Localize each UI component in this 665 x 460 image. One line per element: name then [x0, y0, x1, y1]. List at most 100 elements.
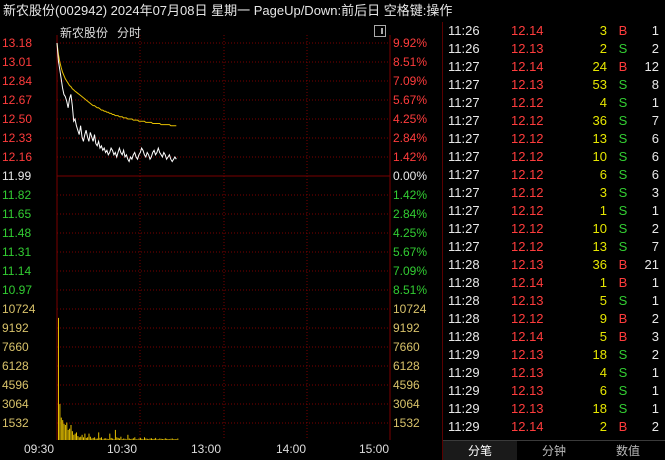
tick-side: S: [618, 401, 628, 416]
volume-bar: [63, 423, 65, 440]
volume-bar: [114, 429, 116, 440]
volume-bar: [135, 439, 137, 440]
volume-bar: [64, 425, 66, 440]
tick-price: 12.13: [511, 383, 544, 398]
volume-bar: [96, 438, 98, 440]
tick-side: S: [618, 95, 628, 110]
intraday-chart[interactable]: [0, 22, 443, 440]
volume-bar: [130, 439, 132, 440]
tick-side: S: [618, 113, 628, 128]
volume-bar: [119, 438, 120, 440]
tick-volume: 36: [592, 113, 607, 128]
tick-count: 3: [651, 329, 659, 344]
volume-bar: [149, 438, 151, 440]
volume-bar: [103, 438, 105, 440]
tick-count: 1: [651, 293, 659, 308]
tick-time: 11:27: [448, 113, 480, 128]
volume-bar: [113, 439, 115, 440]
tick-time: 11:29: [448, 347, 480, 362]
tick-volume: 24: [592, 59, 607, 74]
volume-bar: [170, 438, 172, 440]
tick-volume: 5: [599, 293, 607, 308]
tick-row: 11:27 12.12 10 S 2: [443, 220, 665, 238]
tick-count: 6: [651, 149, 659, 164]
tick-side: S: [618, 365, 628, 380]
tick-list[interactable]: 11:26 12.14 3 B 1 11:26 12.13 2 S 2 11:27 12.14 24 B 1…: [443, 22, 665, 438]
volume-bar: [83, 437, 84, 440]
tick-count: 2: [651, 311, 659, 326]
tick-row: 11:27 12.12 1 S 1: [443, 202, 665, 220]
tick-time: 11:27: [448, 185, 480, 200]
volume-bar: [98, 432, 100, 440]
volume-bar: [81, 434, 83, 440]
chart-stock-name: 新农股份: [60, 26, 109, 40]
tick-price: 12.12: [511, 185, 544, 200]
tick-row: 11:28 12.14 5 B 3: [443, 328, 665, 346]
volume-bar: [164, 438, 166, 440]
time-axis-label: 09:30: [24, 442, 55, 456]
volume-bar: [66, 422, 68, 440]
tick-side: B: [618, 329, 628, 344]
volume-bar: [160, 438, 162, 440]
tick-row: 11:29 12.13 6 S 1: [443, 382, 665, 400]
tick-side: S: [618, 185, 628, 200]
tick-time: 11:27: [448, 221, 480, 236]
volume-bar: [73, 434, 75, 440]
volume-bar: [175, 439, 177, 440]
tick-price: 12.12: [511, 131, 544, 146]
tick-count: 7: [651, 239, 659, 254]
tick-time: 11:28: [448, 275, 480, 290]
volume-bar: [89, 436, 91, 440]
volume-bar: [94, 437, 96, 440]
volume-bar: [80, 436, 82, 440]
tick-price: 12.13: [511, 401, 544, 416]
tick-side: B: [618, 275, 628, 290]
volume-bar: [76, 432, 77, 440]
tick-count: 1: [651, 383, 659, 398]
tick-count: 1: [651, 203, 659, 218]
tick-price: 12.12: [511, 113, 544, 128]
tick-row: 11:28 12.12 9 B 2: [443, 310, 665, 328]
tick-price: 12.12: [511, 95, 544, 110]
tick-price: 12.13: [511, 347, 544, 362]
tick-count: 1: [651, 275, 659, 290]
tick-volume: 3: [599, 23, 607, 38]
tab-minutes[interactable]: 分钟: [517, 441, 591, 460]
volume-bar: [77, 436, 79, 440]
tick-volume: 6: [599, 383, 607, 398]
tab-values[interactable]: 数值: [591, 441, 665, 460]
tick-row: 11:29 12.13 18 S 2: [443, 346, 665, 364]
tick-tabs: 分笔 分钟 数值: [443, 440, 665, 460]
volume-bar: [132, 438, 134, 440]
volume-bar: [105, 438, 107, 440]
tick-row: 11:28 12.13 36 B 21: [443, 256, 665, 274]
volume-bar: [127, 434, 129, 440]
tick-volume: 36: [592, 257, 607, 272]
volume-bar: [85, 437, 87, 440]
volume-bar: [173, 439, 175, 440]
tick-side: B: [618, 59, 628, 74]
tick-row: 11:27 12.12 4 S 1: [443, 94, 665, 112]
panel-toggle-icon[interactable]: [374, 25, 386, 37]
volume-bar: [67, 429, 69, 440]
volume-bar: [174, 439, 176, 440]
tick-side: S: [618, 167, 628, 182]
volume-bar: [157, 439, 159, 440]
window-title: 新农股份(002942) 2024年07月08日 星期一 PageUp/Down…: [3, 3, 453, 18]
tick-side: S: [618, 77, 628, 92]
volume-bar: [141, 438, 143, 440]
tick-side: B: [618, 419, 628, 434]
tick-time: 11:29: [448, 383, 480, 398]
tick-time: 11:28: [448, 311, 480, 326]
volume-bar: [153, 438, 155, 440]
volume-bar: [117, 437, 119, 440]
tick-price: 12.12: [511, 167, 544, 182]
tab-ticks[interactable]: 分笔: [443, 441, 517, 460]
tick-volume: 2: [599, 419, 607, 434]
volume-bar: [60, 417, 62, 440]
volume-bar: [144, 437, 145, 440]
volume-bar: [87, 437, 89, 440]
tick-time: 11:27: [448, 239, 480, 254]
time-axis-label: 15:00: [359, 442, 390, 456]
tick-price: 12.14: [511, 419, 544, 434]
